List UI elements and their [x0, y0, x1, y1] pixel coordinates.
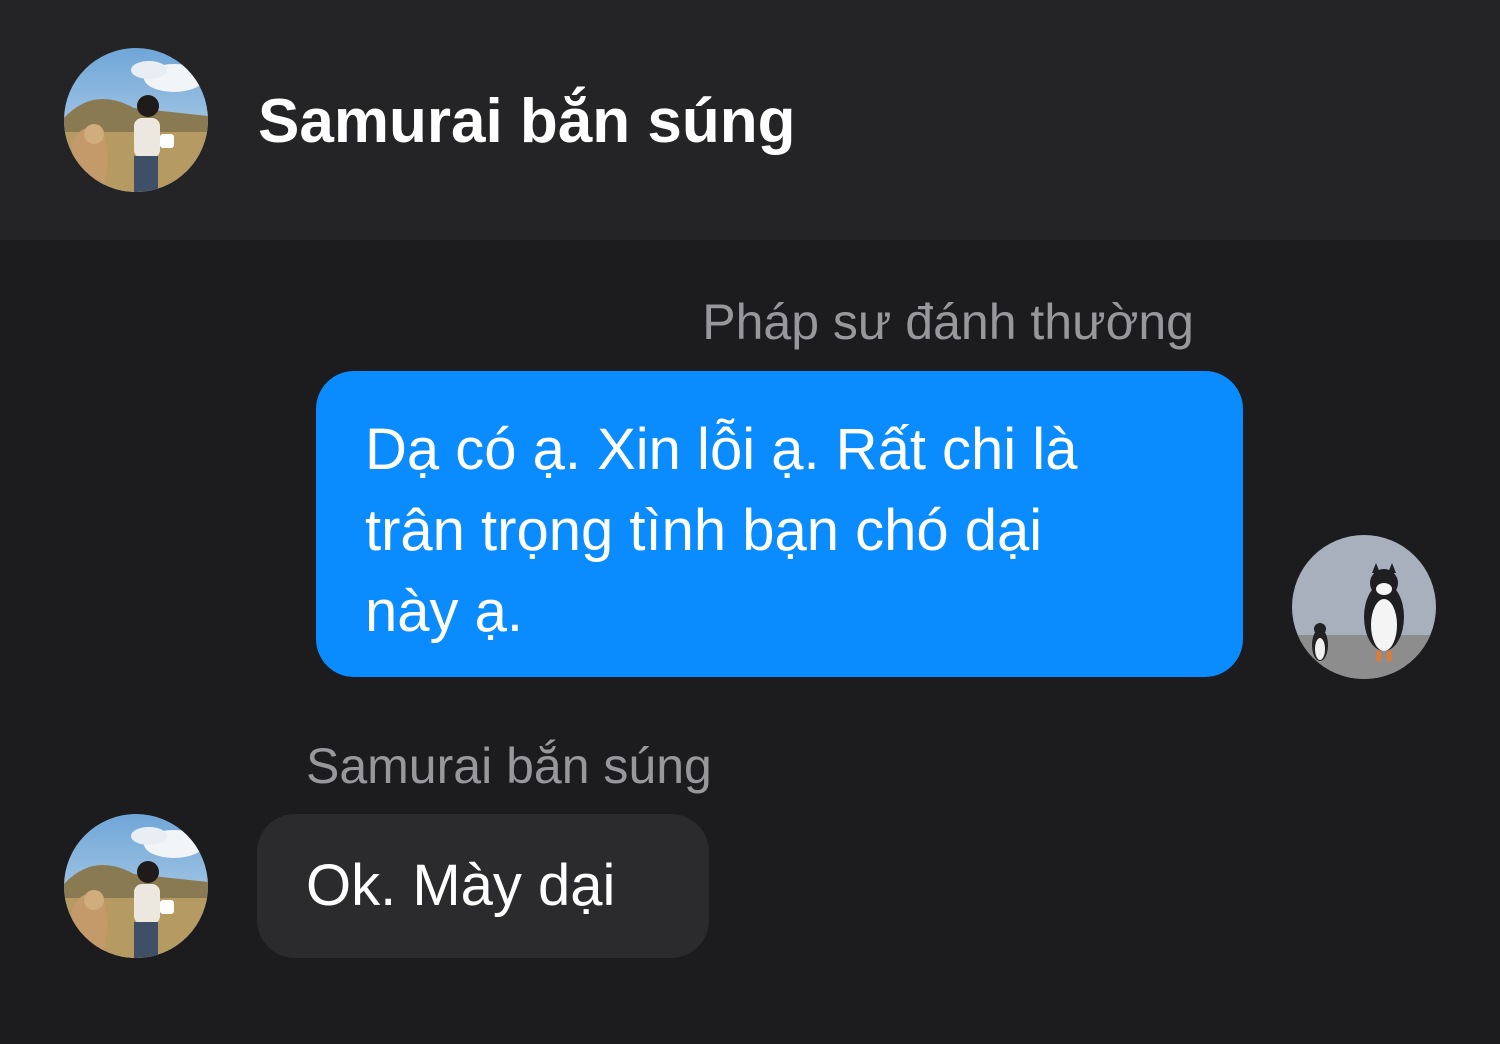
- contact-avatar-icon[interactable]: [64, 48, 208, 192]
- incoming-sender-label: Samurai bắn súng: [306, 738, 712, 794]
- chat-header: Samurai bắn súng: [0, 0, 1500, 240]
- outgoing-message-text: Dạ có ạ. Xin lỗi ạ. Rất chi là trân trọn…: [365, 417, 1078, 644]
- penguin-cat-photo-avatar-icon[interactable]: [1292, 535, 1436, 679]
- incoming-message-bubble[interactable]: Ok. Mày dại: [257, 814, 709, 958]
- person-with-alpaca-photo-avatar-icon[interactable]: [64, 814, 208, 958]
- contact-name[interactable]: Samurai bắn súng: [258, 86, 795, 158]
- incoming-message-text: Ok. Mày dại: [306, 853, 616, 918]
- outgoing-sender-label: Pháp sư đánh thường: [702, 294, 1194, 350]
- outgoing-message-bubble[interactable]: Dạ có ạ. Xin lỗi ạ. Rất chi là trân trọn…: [316, 371, 1243, 677]
